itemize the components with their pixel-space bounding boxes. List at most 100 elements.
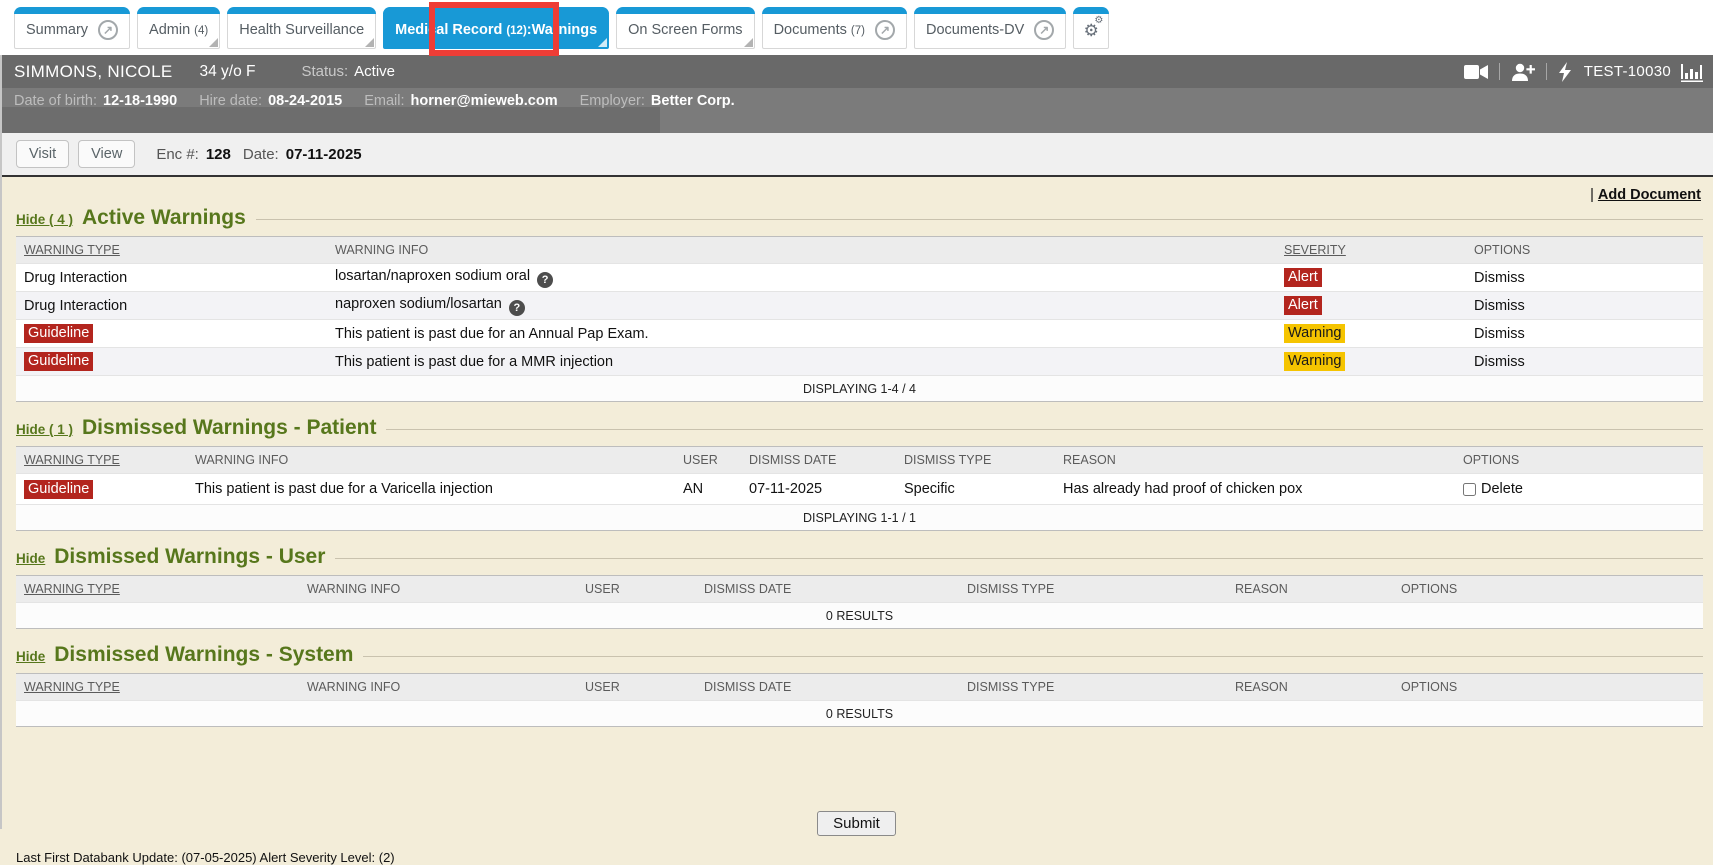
hide-dismissed-system-link[interactable]: Hide: [16, 649, 45, 664]
status-label: Status:: [301, 63, 348, 80]
col-warning-info: WARNING INFO: [307, 582, 585, 596]
warning-info: losartan/naproxen sodium oral?: [335, 268, 1284, 288]
hire-date-label: Hire date:: [199, 93, 262, 109]
patient-demographics-row: Date of birth: 12-18-1990 Hire date: 08-…: [0, 88, 1713, 114]
table-empty-status: 0 RESULTS: [16, 700, 1703, 726]
severity-cell: Alert: [1284, 268, 1474, 287]
tab-onscreen-label: On Screen Forms: [628, 22, 742, 38]
warning-type: Drug Interaction: [24, 298, 335, 314]
delete-label: Delete: [1481, 481, 1523, 497]
col-warning-info: WARNING INFO: [195, 453, 683, 467]
col-severity[interactable]: SEVERITY: [1284, 243, 1474, 257]
col-dismiss-type: DISMISS TYPE: [967, 680, 1235, 694]
warnings-page: |Add Document Hide ( 4 ) Active Warnings…: [0, 179, 1713, 829]
hide-dismissed-user-link[interactable]: Hide: [16, 551, 45, 566]
enc-number-value: 128: [206, 146, 231, 163]
tab-settings-gear-button[interactable]: ⚙ ⚙: [1073, 7, 1109, 49]
bar-chart-icon[interactable]: [1681, 62, 1703, 82]
active-warnings-title: Active Warnings: [82, 206, 246, 230]
severity-badge: Warning: [1284, 352, 1345, 371]
add-document-link[interactable]: Add Document: [1598, 187, 1701, 203]
warning-info: naproxen sodium/losartan?: [335, 296, 1284, 316]
col-warning-type[interactable]: WARNING TYPE: [24, 680, 307, 694]
pipe-separator: |: [1590, 187, 1594, 203]
tab-medical-label: Medical Record: [395, 22, 502, 38]
view-button[interactable]: View: [78, 140, 135, 168]
tab-summary[interactable]: Summary ↗: [14, 7, 130, 49]
col-warning-type[interactable]: WARNING TYPE: [24, 582, 307, 596]
patient-name: SIMMONS, NICOLE: [14, 62, 172, 82]
dismissed-patient-title: Dismissed Warnings - Patient: [82, 416, 376, 440]
enc-date-value: 07-11-2025: [286, 146, 362, 163]
section-rule: [256, 219, 1703, 220]
col-warning-type[interactable]: WARNING TYPE: [24, 453, 195, 467]
section-rule: [363, 656, 1703, 657]
col-warning-info: WARNING INFO: [335, 243, 1284, 257]
warning-info: This patient is past due for an Annual P…: [335, 326, 1284, 342]
active-warnings-header: Hide ( 4 ) Active Warnings: [16, 179, 1703, 230]
employer-value: Better Corp.: [651, 93, 735, 109]
dismiss-link[interactable]: Dismiss: [1474, 270, 1525, 286]
submit-button[interactable]: Submit: [817, 811, 896, 836]
help-icon[interactable]: ?: [509, 300, 525, 316]
options-cell: Delete: [1463, 481, 1703, 497]
tab-documents[interactable]: Documents (7) ↗: [762, 7, 907, 49]
table-empty-status: 0 RESULTS: [16, 602, 1703, 628]
warning-type-cell: Guideline: [24, 324, 335, 343]
lightning-bolt-icon[interactable]: [1558, 62, 1572, 82]
dismiss-link[interactable]: Dismiss: [1474, 298, 1525, 314]
video-camera-icon[interactable]: [1464, 64, 1488, 80]
popout-icon[interactable]: ↗: [875, 20, 895, 40]
dismiss-link[interactable]: Dismiss: [1474, 326, 1525, 342]
table-row: Guideline This patient is past due for a…: [16, 319, 1703, 347]
options-cell: Dismiss: [1474, 270, 1703, 286]
tab-on-screen-forms[interactable]: On Screen Forms: [616, 7, 754, 49]
options-cell: Dismiss: [1474, 354, 1703, 370]
table-row: Drug Interaction losartan/naproxen sodiu…: [16, 263, 1703, 291]
col-dismiss-type: DISMISS TYPE: [967, 582, 1235, 596]
tab-documents-label: Documents: [774, 22, 847, 38]
submit-row: Submit: [0, 811, 1713, 836]
popout-icon[interactable]: ↗: [1034, 20, 1054, 40]
tab-admin[interactable]: Admin (4): [137, 7, 220, 49]
dismiss-link[interactable]: Dismiss: [1474, 354, 1525, 370]
hide-dismissed-patient-link[interactable]: Hide ( 1 ): [16, 422, 73, 437]
severity-badge: Alert: [1284, 296, 1322, 315]
col-options: OPTIONS: [1401, 680, 1703, 694]
dismissed-system-header: Hide Dismissed Warnings - System: [16, 643, 1703, 667]
dismissed-patient-header: Hide ( 1 ) Dismissed Warnings - Patient: [16, 416, 1703, 440]
tab-documents-dv[interactable]: Documents-DV ↗: [914, 7, 1066, 49]
visit-button[interactable]: Visit: [16, 140, 69, 168]
severity-cell: Warning: [1284, 352, 1474, 371]
col-reason: REASON: [1063, 453, 1463, 467]
help-icon[interactable]: ?: [537, 272, 553, 288]
col-options: OPTIONS: [1463, 453, 1703, 467]
popout-icon[interactable]: ↗: [98, 20, 118, 40]
warning-info: This patient is past due for a Varicella…: [195, 481, 683, 497]
warning-type-cell: Guideline: [24, 352, 335, 371]
dismiss-date-cell: 07-11-2025: [749, 481, 904, 497]
hide-active-warnings-link[interactable]: Hide ( 4 ): [16, 212, 73, 227]
tab-medical-suffix: :Warnings: [527, 22, 597, 38]
col-dismiss-date: DISMISS DATE: [704, 582, 967, 596]
options-cell: Dismiss: [1474, 326, 1703, 342]
table-row: Drug Interaction naproxen sodium/losarta…: [16, 291, 1703, 319]
tab-health-surveillance[interactable]: Health Surveillance: [227, 7, 376, 49]
col-user: USER: [683, 453, 749, 467]
col-options: OPTIONS: [1474, 243, 1703, 257]
dismissed-user-header: Hide Dismissed Warnings - User: [16, 545, 1703, 569]
warning-type-badge: Guideline: [24, 480, 93, 499]
header-icons: TEST-10030: [1464, 55, 1703, 88]
add-person-icon[interactable]: [1511, 63, 1535, 81]
col-user: USER: [585, 680, 704, 694]
col-dismiss-date: DISMISS DATE: [749, 453, 904, 467]
warning-type-badge: Guideline: [24, 352, 93, 371]
tab-medical-record-warnings[interactable]: Medical Record (12) :Warnings: [383, 7, 609, 49]
table-paging-status: DISPLAYING 1-4 / 4: [16, 375, 1703, 401]
delete-checkbox[interactable]: [1463, 483, 1476, 496]
patient-id: TEST-10030: [1584, 63, 1671, 80]
reason-cell: Has already had proof of chicken pox: [1063, 481, 1463, 497]
dismissed-system-title: Dismissed Warnings - System: [54, 643, 353, 667]
col-warning-type[interactable]: WARNING TYPE: [24, 243, 335, 257]
severity-cell: Alert: [1284, 296, 1474, 315]
